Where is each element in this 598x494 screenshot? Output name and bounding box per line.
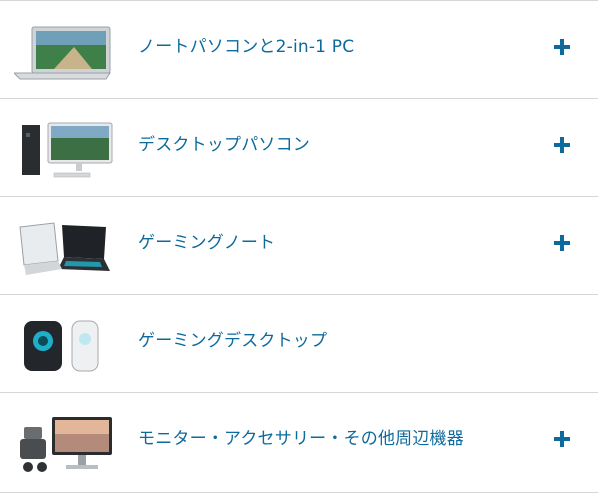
category-accordion-list: ノートパソコンと2-in-1 PC デスクトップパソコン ゲーミングノート ゲー… bbox=[0, 0, 598, 494]
gaming-laptop-icon bbox=[14, 217, 114, 279]
category-label[interactable]: モニター・アクセサリー・その他周辺機器 bbox=[138, 424, 464, 449]
plus-icon[interactable] bbox=[552, 233, 572, 253]
category-row-gaming-desktops[interactable]: ゲーミングデスクトップ bbox=[0, 295, 598, 393]
plus-icon[interactable] bbox=[552, 135, 572, 155]
category-row-laptops[interactable]: ノートパソコンと2-in-1 PC bbox=[0, 1, 598, 99]
desktop-icon bbox=[14, 119, 114, 181]
plus-icon[interactable] bbox=[552, 37, 572, 57]
laptop-icon bbox=[14, 21, 114, 83]
category-row-monitors-accessories[interactable]: モニター・アクセサリー・その他周辺機器 bbox=[0, 393, 598, 493]
category-label[interactable]: ゲーミングノート bbox=[138, 228, 275, 253]
category-row-desktops[interactable]: デスクトップパソコン bbox=[0, 99, 598, 197]
monitor-accessories-icon bbox=[14, 413, 114, 475]
category-row-gaming-laptops[interactable]: ゲーミングノート bbox=[0, 197, 598, 295]
plus-icon[interactable] bbox=[552, 429, 572, 449]
gaming-desktop-icon bbox=[14, 315, 114, 377]
category-label[interactable]: ゲーミングデスクトップ bbox=[138, 326, 327, 351]
category-label[interactable]: ノートパソコンと2-in-1 PC bbox=[138, 32, 354, 57]
category-label[interactable]: デスクトップパソコン bbox=[138, 130, 310, 155]
